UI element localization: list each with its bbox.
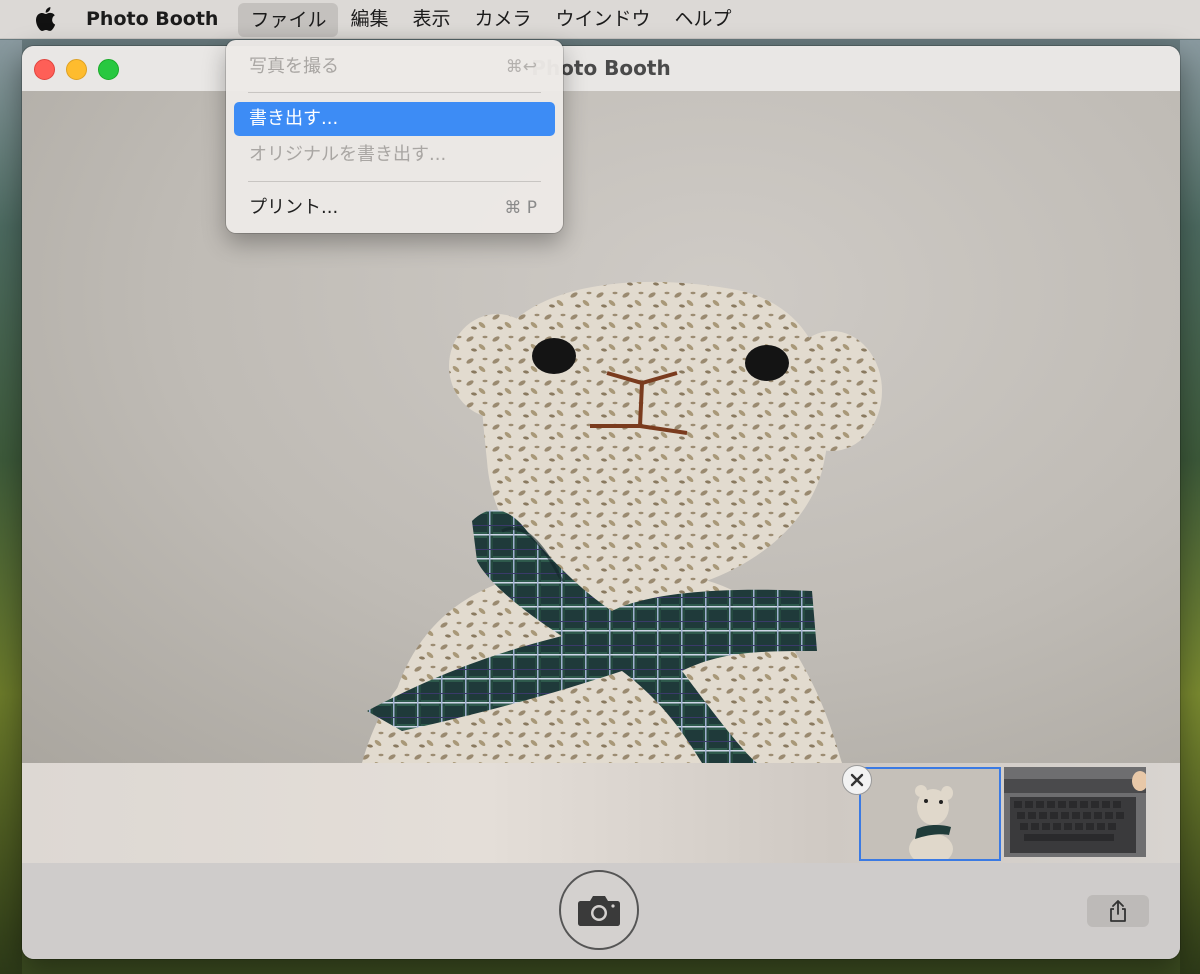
desktop-wallpaper-left (0, 40, 22, 974)
menu-help[interactable]: ヘルプ (663, 0, 744, 38)
menu-item-export-original[interactable]: オリジナルを書き出す... (234, 138, 555, 172)
menu-app-name[interactable]: Photo Booth (74, 0, 230, 38)
menu-window[interactable]: ウインドウ (544, 0, 663, 38)
menu-item-export[interactable]: 書き出す... (234, 102, 555, 136)
apple-icon[interactable] (30, 6, 60, 32)
menu-item-take-photo-label: 写真を撮る (249, 56, 339, 77)
menu-separator (248, 92, 541, 93)
teddy-bear-photo (362, 281, 882, 763)
camera-icon (578, 896, 620, 926)
menu-bar: Photo Booth ファイル 編集 表示 カメラ ウインドウ ヘルプ (0, 0, 1200, 39)
menu-item-export-original-label: オリジナルを書き出す... (249, 144, 447, 165)
menu-item-export-label: 書き出す... (249, 108, 339, 129)
thumbnail-teddy-bear[interactable] (859, 767, 1001, 861)
delete-thumbnail-button[interactable] (842, 765, 872, 795)
menu-item-print-shortcut: ⌘ P (504, 198, 537, 218)
menu-item-take-photo-shortcut: ⌘↩ (505, 57, 537, 77)
take-photo-button[interactable] (559, 870, 639, 950)
photo-booth-window: Photo Booth (22, 46, 1180, 959)
window-title: Photo Booth (531, 56, 671, 80)
thumbnail-strip (22, 763, 1180, 863)
share-icon (1110, 900, 1126, 922)
thumbnail-keyboard-image (1004, 767, 1146, 857)
thumbnail-teddy-bear-image (861, 769, 999, 859)
menu-item-print[interactable]: プリント... ⌘ P (234, 191, 555, 225)
menu-separator (248, 181, 541, 182)
menu-file[interactable]: ファイル (238, 3, 339, 37)
desktop-wallpaper-right (1180, 40, 1200, 974)
menu-item-print-label: プリント... (249, 197, 339, 218)
share-button[interactable] (1087, 895, 1149, 927)
menu-view[interactable]: 表示 (400, 0, 462, 38)
menu-edit[interactable]: 編集 (338, 0, 400, 38)
file-menu-dropdown: 写真を撮る ⌘↩ 書き出す... オリジナルを書き出す... プリント... ⌘… (226, 40, 563, 233)
menu-item-take-photo[interactable]: 写真を撮る ⌘↩ (234, 50, 555, 84)
bottom-toolbar (22, 863, 1180, 959)
photo-preview (22, 91, 1180, 763)
title-bar: Photo Booth (22, 46, 1180, 92)
menu-camera[interactable]: カメラ (463, 0, 544, 38)
close-icon (850, 773, 864, 787)
thumbnail-keyboard[interactable] (1004, 767, 1146, 857)
